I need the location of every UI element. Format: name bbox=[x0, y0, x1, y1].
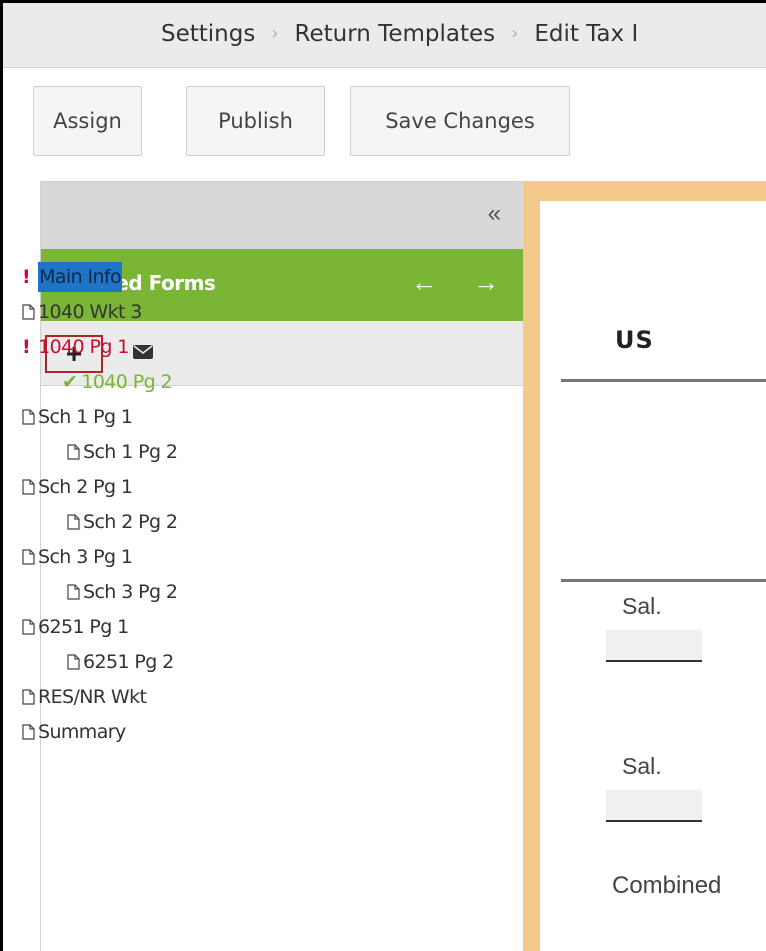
tree-item-label: Summary bbox=[38, 721, 126, 743]
sal-label: Sal. bbox=[622, 593, 662, 619]
document-icon bbox=[22, 479, 35, 495]
document-icon bbox=[67, 444, 80, 460]
tree-item-res-nr-wkt[interactable]: RES/NR Wkt bbox=[22, 682, 147, 712]
document-icon bbox=[22, 304, 35, 320]
form-divider bbox=[561, 379, 766, 382]
tree-item-sch-2-pg-1[interactable]: Sch 2 Pg 1 bbox=[22, 472, 133, 502]
tree-item-sch-3-pg-2[interactable]: Sch 3 Pg 2 bbox=[67, 577, 178, 607]
tree-item-sch-2-pg-2[interactable]: Sch 2 Pg 2 bbox=[67, 507, 178, 537]
form-page: US bbox=[540, 201, 766, 951]
document-icon bbox=[67, 514, 80, 530]
breadcrumb-separator: › bbox=[511, 23, 519, 44]
publish-button[interactable]: Publish bbox=[186, 86, 325, 156]
tree-item-sch-1-pg-2[interactable]: Sch 1 Pg 2 bbox=[67, 437, 178, 467]
arrow-right-icon[interactable]: → bbox=[473, 267, 499, 298]
collapse-icon[interactable]: « bbox=[488, 200, 501, 228]
breadcrumb-settings[interactable]: Settings bbox=[161, 21, 255, 47]
form-divider bbox=[561, 579, 766, 582]
breadcrumb-return-templates[interactable]: Return Templates bbox=[295, 21, 496, 47]
envelope-icon[interactable] bbox=[133, 345, 153, 359]
tree-item-label: RES/NR Wkt bbox=[38, 686, 147, 708]
document-icon bbox=[22, 724, 35, 740]
tree-item-label: 6251 Pg 1 bbox=[38, 616, 129, 638]
sal-label: Sal. bbox=[622, 753, 662, 779]
tree-item-1040-pg-1[interactable]: ! 1040 Pg 1 bbox=[22, 332, 129, 362]
tree-item-main-info[interactable]: ! Main Info bbox=[22, 262, 123, 292]
document-icon bbox=[22, 549, 35, 565]
error-icon: ! bbox=[22, 266, 31, 288]
document-icon bbox=[22, 409, 35, 425]
breadcrumb-edit-tax: Edit Tax I bbox=[534, 21, 639, 47]
tree-item-6251-pg-2[interactable]: 6251 Pg 2 bbox=[67, 647, 174, 677]
tree-item-label: 1040 Pg 2 bbox=[81, 371, 172, 393]
breadcrumb-bar: Settings › Return Templates › Edit Tax I bbox=[3, 3, 766, 68]
tree-item-1040-wkt-3[interactable]: 1040 Wkt 3 bbox=[22, 297, 142, 327]
breadcrumb-separator: › bbox=[271, 23, 279, 44]
tree-item-label: Sch 3 Pg 1 bbox=[38, 546, 133, 568]
check-icon: ✔ bbox=[62, 371, 78, 393]
tree-item-sch-1-pg-1[interactable]: Sch 1 Pg 1 bbox=[22, 402, 133, 432]
document-icon bbox=[67, 654, 80, 670]
tree-item-label: Sch 2 Pg 2 bbox=[83, 511, 178, 533]
tree-item-label: Sch 2 Pg 1 bbox=[38, 476, 133, 498]
assign-button[interactable]: Assign bbox=[33, 86, 142, 156]
tree-item-summary[interactable]: Summary bbox=[22, 717, 126, 747]
arrow-left-icon[interactable]: ← bbox=[411, 267, 437, 298]
tree-item-label: 6251 Pg 2 bbox=[83, 651, 174, 673]
tree-item-label: Main Info bbox=[38, 262, 123, 292]
sal-input[interactable] bbox=[606, 630, 702, 662]
error-icon: ! bbox=[22, 336, 31, 358]
panel-collapse-bar: « bbox=[41, 182, 523, 249]
tree-item-sch-3-pg-1[interactable]: Sch 3 Pg 1 bbox=[22, 542, 133, 572]
tree-item-label: Sch 3 Pg 2 bbox=[83, 581, 178, 603]
tree-item-label: 1040 Wkt 3 bbox=[38, 301, 142, 323]
form-preview-panel: US bbox=[524, 181, 766, 951]
save-changes-button[interactable]: Save Changes bbox=[350, 86, 570, 156]
document-icon bbox=[22, 619, 35, 635]
breadcrumb: Settings › Return Templates › Edit Tax I bbox=[161, 21, 638, 47]
sal-input[interactable] bbox=[606, 790, 702, 822]
tree-item-label: 1040 Pg 1 bbox=[38, 336, 129, 358]
combined-label: Combined bbox=[612, 872, 722, 899]
tree-item-1040-pg-2[interactable]: ✔ 1040 Pg 2 bbox=[62, 367, 173, 397]
document-icon bbox=[67, 584, 80, 600]
document-icon bbox=[22, 689, 35, 705]
tree-item-label: Sch 1 Pg 1 bbox=[38, 406, 133, 428]
tree-item-6251-pg-1[interactable]: 6251 Pg 1 bbox=[22, 612, 129, 642]
us-heading: US bbox=[615, 326, 654, 354]
tree-item-label: Sch 1 Pg 2 bbox=[83, 441, 178, 463]
